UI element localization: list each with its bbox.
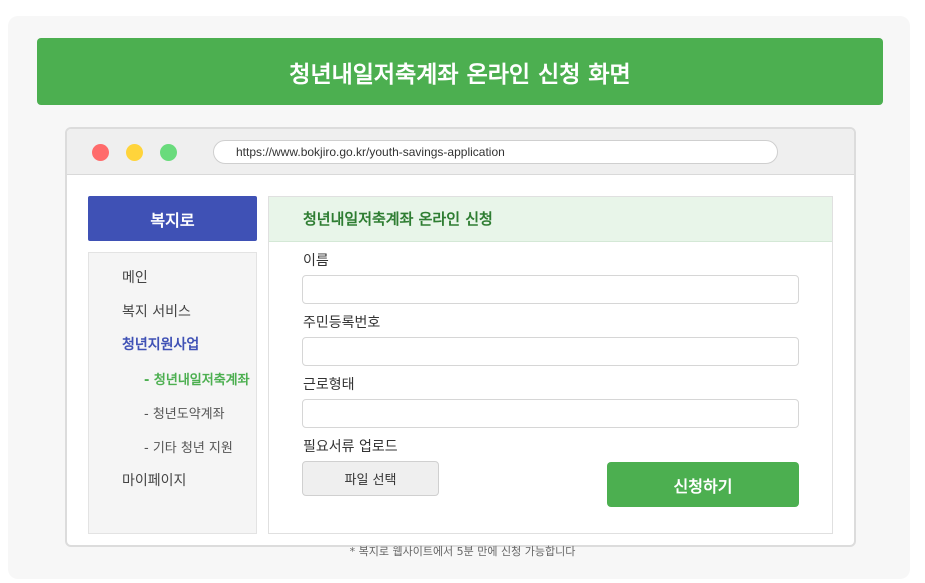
browser-titlebar: https://www.bokjiro.go.kr/youth-savings-… (67, 129, 854, 175)
footnote: * 복지로 웹사이트에서 5분 만에 신청 가능합니다 (349, 545, 576, 558)
close-window-dot[interactable] (92, 144, 109, 161)
minimize-window-dot[interactable] (126, 144, 143, 161)
page-title-banner: 청년내일저축계좌 온라인 신청 화면 (37, 38, 883, 105)
sidebar-nav: 메인 복지 서비스 청년지원사업 - 청년내일저축계좌 - 청년도약계좌 - 기… (88, 252, 257, 534)
site-logo-text: 복지로 (150, 210, 195, 230)
application-form: 청년내일저축계좌 온라인 신청 이름 주민등록번호 근로형태 필요서류 업로드 … (268, 196, 833, 534)
sidebar-item-youth-support[interactable]: 청년지원사업 (122, 334, 199, 354)
employment-type-input[interactable] (302, 399, 799, 428)
document-upload-label: 필요서류 업로드 (303, 439, 398, 455)
site-logo[interactable]: 복지로 (88, 196, 257, 241)
name-label: 이름 (303, 253, 329, 269)
form-title: 청년내일저축계좌 온라인 신청 (269, 197, 832, 242)
sidebar-subitem-other-youth[interactable]: - 기타 청년 지원 (144, 437, 233, 456)
maximize-window-dot[interactable] (160, 144, 177, 161)
file-select-label: 파일 선택 (344, 473, 397, 488)
name-input[interactable] (302, 275, 799, 304)
employment-type-label: 근로형태 (303, 377, 355, 393)
resident-number-label: 주민등록번호 (303, 315, 381, 331)
sidebar-item-mypage[interactable]: 마이페이지 (122, 470, 186, 490)
sidebar-item-welfare-services[interactable]: 복지 서비스 (122, 301, 191, 321)
sidebar-subitem-youth-savings[interactable]: - 청년내일저축계좌 (144, 369, 250, 388)
sidebar-subitem-youth-leap[interactable]: - 청년도약계좌 (144, 403, 225, 422)
page-title: 청년내일저축계좌 온라인 신청 화면 (289, 61, 631, 88)
submit-label: 신청하기 (673, 476, 733, 496)
address-bar[interactable]: https://www.bokjiro.go.kr/youth-savings-… (213, 140, 778, 164)
resident-number-input[interactable] (302, 337, 799, 366)
sidebar-item-main[interactable]: 메인 (122, 267, 148, 287)
submit-application-button[interactable]: 신청하기 (607, 462, 799, 507)
file-select-button[interactable]: 파일 선택 (302, 461, 439, 496)
